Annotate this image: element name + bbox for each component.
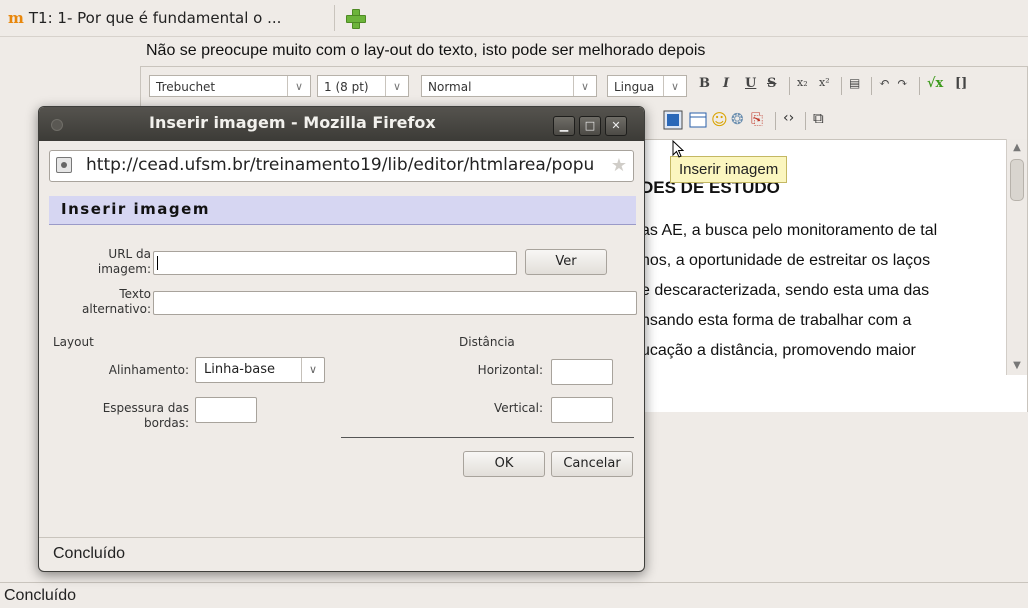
toolbar-separator	[841, 77, 842, 95]
undo-icon[interactable]: ↶	[879, 76, 890, 91]
tab-current[interactable]: m T1: 1- Por que é fundamental o ...	[8, 4, 281, 32]
minimize-icon[interactable]: ▁	[553, 116, 575, 136]
close-icon[interactable]: ✕	[605, 116, 627, 136]
fullscreen-icon[interactable]: ⧉	[813, 109, 824, 127]
font-size-value: 1 (8 pt)	[324, 80, 369, 94]
content-line: e descaracterizada, sendo esta uma das	[641, 282, 930, 299]
horizontal-label: Horizontal:	[477, 363, 543, 377]
subscript-icon[interactable]: x₂	[797, 76, 808, 89]
toolbar-separator	[805, 112, 806, 130]
dialog-url: http://cead.ufsm.br/treinamento19/lib/ed…	[86, 155, 595, 175]
scroll-up-icon[interactable]: ▲	[1010, 142, 1024, 154]
chevron-down-icon: ∨	[663, 76, 686, 96]
html-source-icon[interactable]: ‹›	[783, 110, 794, 126]
alt-text-input[interactable]	[153, 291, 637, 315]
alignment-value: Linha-base	[204, 362, 275, 377]
border-label-line-2: bordas:	[144, 416, 189, 430]
paste-word-icon[interactable]: ▤	[849, 76, 860, 90]
bookmark-star-icon[interactable]: ★	[611, 155, 627, 176]
equation-icon[interactable]: √x	[927, 76, 943, 91]
border-thickness-input[interactable]	[195, 397, 257, 423]
strikethrough-icon[interactable]: S	[767, 76, 776, 91]
chevron-down-icon: ∨	[301, 358, 324, 382]
maximize-icon[interactable]: □	[579, 116, 601, 136]
new-tab-plus-icon[interactable]	[345, 8, 366, 29]
spacing-label: Distância	[459, 335, 515, 349]
tab-separator	[334, 5, 335, 31]
content-line: as AE, a busca pelo monitoramento de tal	[641, 222, 938, 239]
language-select[interactable]: Lingua ∨	[607, 75, 687, 97]
font-size-select[interactable]: 1 (8 pt) ∨	[317, 75, 409, 97]
chevron-down-icon: ∨	[573, 76, 596, 96]
format-value: Normal	[428, 80, 472, 94]
alignment-label: Alinhamento:	[108, 363, 189, 377]
bold-icon[interactable]: B	[699, 76, 710, 91]
mouse-cursor-icon	[672, 140, 684, 158]
content-line: nos, a oportunidade de estreitar os laço…	[641, 252, 931, 269]
font-family-select[interactable]: Trebuchet ∨	[149, 75, 311, 97]
content-line: ucação a distância, promovendo maior	[641, 342, 916, 359]
url-label-line-2: imagem:	[97, 262, 151, 276]
insert-image-dialog: Inserir imagem - Mozilla Firefox ▁ □ ✕ h…	[38, 106, 645, 572]
special-char-icon[interactable]: ❂	[731, 110, 744, 128]
alignment-select[interactable]: Linha-base ∨	[195, 357, 325, 383]
dialog-titlebar[interactable]: Inserir imagem - Mozilla Firefox ▁ □ ✕	[39, 107, 644, 141]
layout-label: Layout	[53, 335, 94, 349]
nolink-icon[interactable]: []	[955, 76, 967, 91]
vertical-label: Vertical:	[494, 401, 543, 415]
alt-label-line-2: alternativo:	[82, 302, 151, 316]
dialog-header-text: Inserir imagem	[61, 200, 210, 218]
underline-icon[interactable]: U	[745, 76, 756, 91]
toolbar-separator	[789, 77, 790, 95]
italic-icon[interactable]: I	[723, 76, 729, 91]
cancel-button[interactable]: Cancelar	[551, 451, 633, 477]
editor-hint: Não se preocupe muito com o lay-out do t…	[146, 42, 706, 59]
dialog-section-header: Inserir imagem	[49, 196, 636, 225]
moodle-favicon-icon: m	[8, 9, 24, 27]
insert-image-icon[interactable]	[663, 110, 683, 130]
ok-button[interactable]: OK	[463, 451, 545, 477]
chevron-down-icon: ∨	[287, 76, 310, 96]
toolbar-separator	[871, 77, 872, 95]
font-family-value: Trebuchet	[156, 80, 216, 94]
editor-scrollbar[interactable]: ▲ ▼	[1006, 139, 1027, 375]
content-line: nsando esta forma de trabalhar com a	[641, 312, 912, 329]
editor-toolbar-row-1: Trebuchet ∨ 1 (8 pt) ∨ Normal ∨ Lingua ∨…	[141, 67, 1027, 103]
url-label-line-1: URL da	[108, 247, 151, 261]
chevron-down-icon: ∨	[385, 76, 408, 96]
table-icon[interactable]	[689, 112, 707, 128]
ver-button[interactable]: Ver	[525, 249, 607, 275]
superscript-icon[interactable]: x²	[819, 76, 830, 89]
dialog-status-bar: Concluído	[39, 537, 644, 571]
url-label: URL da imagem:	[79, 247, 151, 277]
browser-status-bar: Concluído	[0, 582, 1028, 608]
border-label-line-1: Espessura das	[102, 401, 189, 415]
site-identity-icon[interactable]	[56, 157, 72, 173]
horizontal-spacing-input[interactable]	[551, 359, 613, 385]
border-thickness-label: Espessura das bordas:	[79, 401, 189, 431]
language-value: Lingua	[614, 80, 655, 94]
alt-text-label: Texto alternativo:	[47, 287, 151, 317]
toolbar-separator	[775, 112, 776, 130]
smiley-icon[interactable]: ☺	[711, 110, 728, 129]
image-url-input[interactable]	[153, 251, 517, 275]
toolbar-separator	[919, 77, 920, 95]
tab-title: T1: 1- Por que é fundamental o ...	[28, 9, 282, 27]
dialog-url-bar[interactable]: http://cead.ufsm.br/treinamento19/lib/ed…	[49, 150, 634, 182]
dialog-window-title: Inserir imagem - Mozilla Firefox	[149, 113, 436, 132]
format-select[interactable]: Normal ∨	[421, 75, 597, 97]
vertical-spacing-input[interactable]	[551, 397, 613, 423]
scroll-down-icon[interactable]: ▼	[1010, 360, 1024, 372]
dialog-divider	[341, 437, 634, 438]
redo-icon[interactable]: ↷	[897, 76, 908, 91]
search-replace-icon[interactable]: ⎘	[751, 110, 763, 128]
scroll-thumb[interactable]	[1010, 159, 1024, 201]
insert-image-tooltip: Inserir imagem	[670, 156, 788, 183]
alt-label-line-1: Texto	[119, 287, 151, 301]
text-caret	[157, 256, 158, 270]
window-menu-icon[interactable]	[51, 119, 63, 131]
tab-bar: m T1: 1- Por que é fundamental o ...	[0, 0, 1028, 37]
